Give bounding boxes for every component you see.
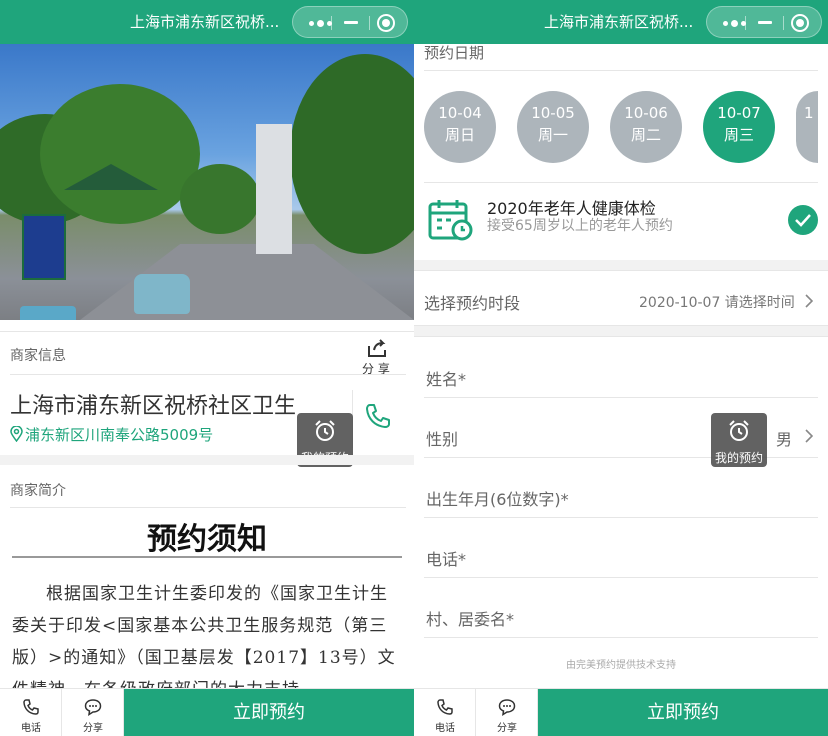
gender-value: 男 — [776, 430, 793, 449]
merchant-address[interactable]: 浦东新区川南奉公路5009号 — [10, 424, 213, 445]
more-icon[interactable] — [309, 20, 333, 27]
close-target-icon[interactable] — [791, 14, 809, 32]
date-option[interactable]: 10-06 周二 — [610, 91, 682, 163]
date-option-partial[interactable]: 1 — [796, 91, 818, 163]
merchant-info-label: 商家信息 — [10, 348, 66, 364]
date-option[interactable]: 10-04 周日 — [424, 91, 496, 163]
birth-field-label: 出生年月(6位数字)* — [426, 490, 569, 509]
mini-program-capsule — [292, 6, 408, 38]
merchant-photo — [0, 44, 414, 320]
check-icon — [795, 214, 811, 227]
alarm-clock-icon — [729, 420, 749, 441]
minimize-icon[interactable] — [344, 21, 358, 24]
nav-title: 上海市浦东新区祝桥... — [130, 13, 280, 31]
book-now-button[interactable]: 立即预约 — [124, 689, 414, 736]
phone-tab-button[interactable]: 电话 — [414, 689, 476, 736]
calendar-icon — [428, 198, 474, 246]
notice-body: 根据国家卫生计生委印发的《国家卫生计生委关于印发<国家基本公共卫生服务规范（第三… — [12, 584, 396, 700]
phone-tab-label: 电话 — [435, 723, 455, 734]
timeslot-value: 2020-10-07 请选择时间 — [639, 295, 795, 311]
timeslot-label: 选择预约时段 — [424, 294, 521, 313]
bottom-action-bar: 电话 分享 立即预约 — [414, 688, 828, 736]
phone-tab-label: 电话 — [21, 723, 41, 734]
nav-bar: 上海市浦东新区祝桥... — [414, 0, 828, 44]
chevron-right-icon — [805, 429, 813, 443]
my-appointments-label: 我的预约 — [714, 451, 763, 465]
chat-bubble-icon — [498, 699, 516, 716]
share-icon — [368, 339, 386, 357]
gender-field-label: 性别 — [426, 430, 459, 449]
merchant-page: 上海市浦东新区祝桥... 商家信息 分 享 上海市浦东新区祝桥社区卫生 浦东新区… — [0, 0, 414, 736]
phone-field-label: 电话* — [426, 550, 467, 569]
book-now-button[interactable]: 立即预约 — [538, 689, 828, 736]
chat-bubble-icon — [84, 699, 102, 716]
phone-icon — [23, 699, 39, 715]
location-icon — [10, 425, 23, 443]
address-text: 浦东新区川南奉公路5009号 — [25, 426, 214, 444]
my-appointments-button[interactable]: 我的预约 — [711, 413, 767, 467]
bottom-action-bar: 电话 分享 立即预约 — [0, 688, 414, 736]
merchant-name: 上海市浦东新区祝桥社区卫生 — [10, 394, 297, 419]
date-option-selected[interactable]: 10-07 周三 — [703, 91, 775, 163]
alarm-clock-icon — [315, 420, 335, 441]
service-subtitle: 接受65周岁以上的老年人预约 — [487, 218, 673, 234]
phone-icon — [366, 404, 390, 428]
notice-title: 预约须知 — [147, 522, 267, 557]
nav-title: 上海市浦东新区祝桥... — [544, 13, 694, 31]
name-field-label: 姓名* — [426, 370, 467, 389]
tech-support-note: 由完美预约提供技术支持 — [566, 660, 676, 671]
close-target-icon[interactable] — [377, 14, 395, 32]
date-section-label: 预约日期 — [424, 44, 485, 62]
date-option[interactable]: 10-05 周一 — [517, 91, 589, 163]
share-tab-label: 分享 — [83, 723, 103, 734]
merchant-intro-label: 商家简介 — [10, 483, 66, 499]
booking-page: 预约日期 10-04 周日 10-05 周一 10-06 周二 10-07 周三 1 2… — [414, 0, 828, 736]
more-icon[interactable] — [723, 20, 747, 27]
share-tab-button[interactable]: 分享 — [62, 689, 124, 736]
share-tab-label: 分享 — [497, 723, 517, 734]
phone-icon — [437, 699, 453, 715]
mini-program-capsule — [706, 6, 822, 38]
nav-bar: 上海市浦东新区祝桥... — [0, 0, 414, 44]
phone-call-button[interactable] — [364, 402, 392, 434]
service-selected-check[interactable] — [788, 205, 818, 235]
share-tab-button[interactable]: 分享 — [476, 689, 538, 736]
chevron-right-icon — [805, 294, 813, 308]
notice-underline — [12, 556, 402, 558]
share-button[interactable]: 分 享 — [360, 338, 394, 378]
minimize-icon[interactable] — [758, 21, 772, 24]
village-field-label: 村、居委名* — [426, 610, 515, 629]
phone-tab-button[interactable]: 电话 — [0, 689, 62, 736]
